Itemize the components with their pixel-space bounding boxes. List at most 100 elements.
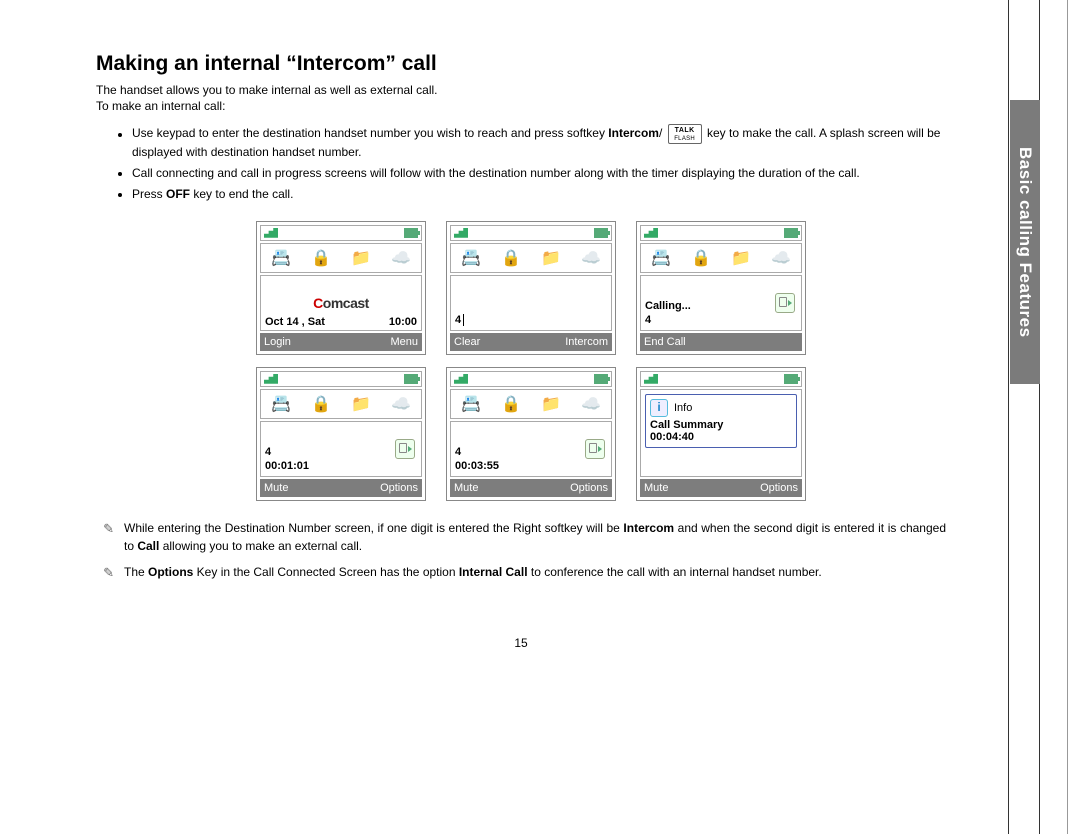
outgoing-call-icon [775,293,795,313]
contacts-icon: 📇 [459,246,483,270]
lock-icon: 🔒 [499,392,523,416]
page-title: Making an internal “Intercom” call [96,52,946,76]
battery-icon [404,374,418,384]
incall-info: 4 00:03:55 [450,421,612,477]
signal-icon [264,228,278,238]
cloud-icon: ☁️ [389,246,413,270]
lock-icon: 🔒 [309,392,333,416]
softkey-clear[interactable]: Clear [450,333,531,351]
folder-icon: 📁 [729,246,753,270]
screen-row-1: 📇 🔒 📁 ☁️ Comcast Oct 14 , Sat 10:00 [256,221,816,355]
contacts-icon: 📇 [649,246,673,270]
signal-icon [454,374,468,384]
bullet-3-post: key to end the call. [190,187,293,201]
cloud-icon: ☁️ [579,392,603,416]
note-icon: ✎ [96,563,114,583]
dial-digit: 4 [455,314,461,326]
info-popup: i Info Call Summary 00:04:40 [645,394,797,448]
softkey-login[interactable]: Login [260,333,341,351]
status-bar [260,225,422,241]
screenshots-grid: 📇 🔒 📁 ☁️ Comcast Oct 14 , Sat 10:00 [256,221,816,501]
bullet-3: Press OFF key to end the call. [132,186,946,203]
intro-line-1: The handset allows you to make internal … [96,83,438,97]
flash-label: FLASH [674,136,695,142]
incall-info: 4 00:01:01 [260,421,422,477]
folder-icon: 📁 [539,246,563,270]
info-label: Info [674,402,692,414]
signal-icon [644,228,658,238]
cloud-icon: ☁️ [769,246,793,270]
bullet-2: Call connecting and call in progress scr… [132,165,946,182]
screen-home: 📇 🔒 📁 ☁️ Comcast Oct 14 , Sat 10:00 [256,221,426,355]
bullet-1: Use keypad to enter the destination hand… [132,124,946,161]
softkey-options[interactable]: Options [721,479,802,497]
summary-duration: 00:04:40 [650,431,792,443]
bullet-1-bold: Intercom [608,127,659,141]
folder-icon: 📁 [349,392,373,416]
battery-icon [784,374,798,384]
note-icon: ✎ [96,519,114,555]
screen-row-2: 📇 🔒 📁 ☁️ 4 00:01:01 [256,367,816,501]
bullet-3-pre: Press [132,187,166,201]
text-caret [463,314,464,326]
lock-icon: 🔒 [499,246,523,270]
bullet-1-pre: Use keypad to enter the destination hand… [132,127,608,141]
softkey-end-call[interactable]: End Call [640,333,802,351]
home-date: Oct 14 , Sat [265,316,325,328]
calling-number: 4 [645,314,797,326]
folder-icon: 📁 [539,392,563,416]
softkey-options[interactable]: Options [531,479,612,497]
note-2: ✎ The Options Key in the Call Connected … [96,563,946,583]
contacts-icon: 📇 [269,392,293,416]
battery-icon [404,228,418,238]
lock-icon: 🔒 [689,246,713,270]
softkey-mute[interactable]: Mute [260,479,341,497]
talk-flash-key-icon: TALK FLASH [668,124,702,144]
incall-timer: 00:01:01 [265,460,417,472]
summary-title: Call Summary [650,419,792,431]
brand-logo: Comcast [313,295,369,311]
cloud-icon: ☁️ [389,392,413,416]
intro-text: The handset allows you to make internal … [96,82,946,114]
battery-icon [594,228,608,238]
page-edge-rule [1067,0,1068,834]
dial-entry: 4 [450,275,612,331]
content-area: Making an internal “Intercom” call The h… [96,52,946,590]
battery-icon [594,374,608,384]
talk-label: TALK [675,127,695,134]
lock-icon: 🔒 [309,246,333,270]
battery-icon [784,228,798,238]
signal-icon [644,374,658,384]
screen-summary: i Info Call Summary 00:04:40 Mute Option… [636,367,806,501]
app-icon-row: 📇 🔒 📁 ☁️ [260,243,422,273]
signal-icon [454,228,468,238]
softkey-mute[interactable]: Mute [450,479,531,497]
note-1: ✎ While entering the Destination Number … [96,519,946,555]
softkey-intercom[interactable]: Intercom [531,333,612,351]
contacts-icon: 📇 [269,246,293,270]
screen-in-call-1: 📇 🔒 📁 ☁️ 4 00:01:01 [256,367,426,501]
screen-calling: 📇 🔒 📁 ☁️ Calling... 4 [636,221,806,355]
page-number: 15 [96,636,946,650]
home-time: 10:00 [389,316,417,328]
folder-icon: 📁 [349,246,373,270]
screen-dial: 📇 🔒 📁 ☁️ 4 Clear Intercom [446,221,616,355]
section-tab: Basic calling Features [1010,100,1040,384]
contacts-icon: 📇 [459,392,483,416]
screen-in-call-2: 📇 🔒 📁 ☁️ 4 00:03:55 [446,367,616,501]
softkey-mute[interactable]: Mute [640,479,721,497]
info-icon: i [650,399,668,417]
home-mid: Comcast Oct 14 , Sat 10:00 [260,275,422,331]
softkey-menu[interactable]: Menu [341,333,422,351]
manual-page: Basic calling Features Making an interna… [0,0,1080,834]
outgoing-call-icon [585,439,605,459]
footnotes: ✎ While entering the Destination Number … [96,519,946,583]
bullet-3-bold: OFF [166,187,190,201]
cloud-icon: ☁️ [579,246,603,270]
softkey-options[interactable]: Options [341,479,422,497]
calling-status: Calling... 4 [640,275,802,331]
intro-line-2: To make an internal call: [96,99,225,113]
signal-icon [264,374,278,384]
outgoing-call-icon [395,439,415,459]
incall-timer: 00:03:55 [455,460,607,472]
